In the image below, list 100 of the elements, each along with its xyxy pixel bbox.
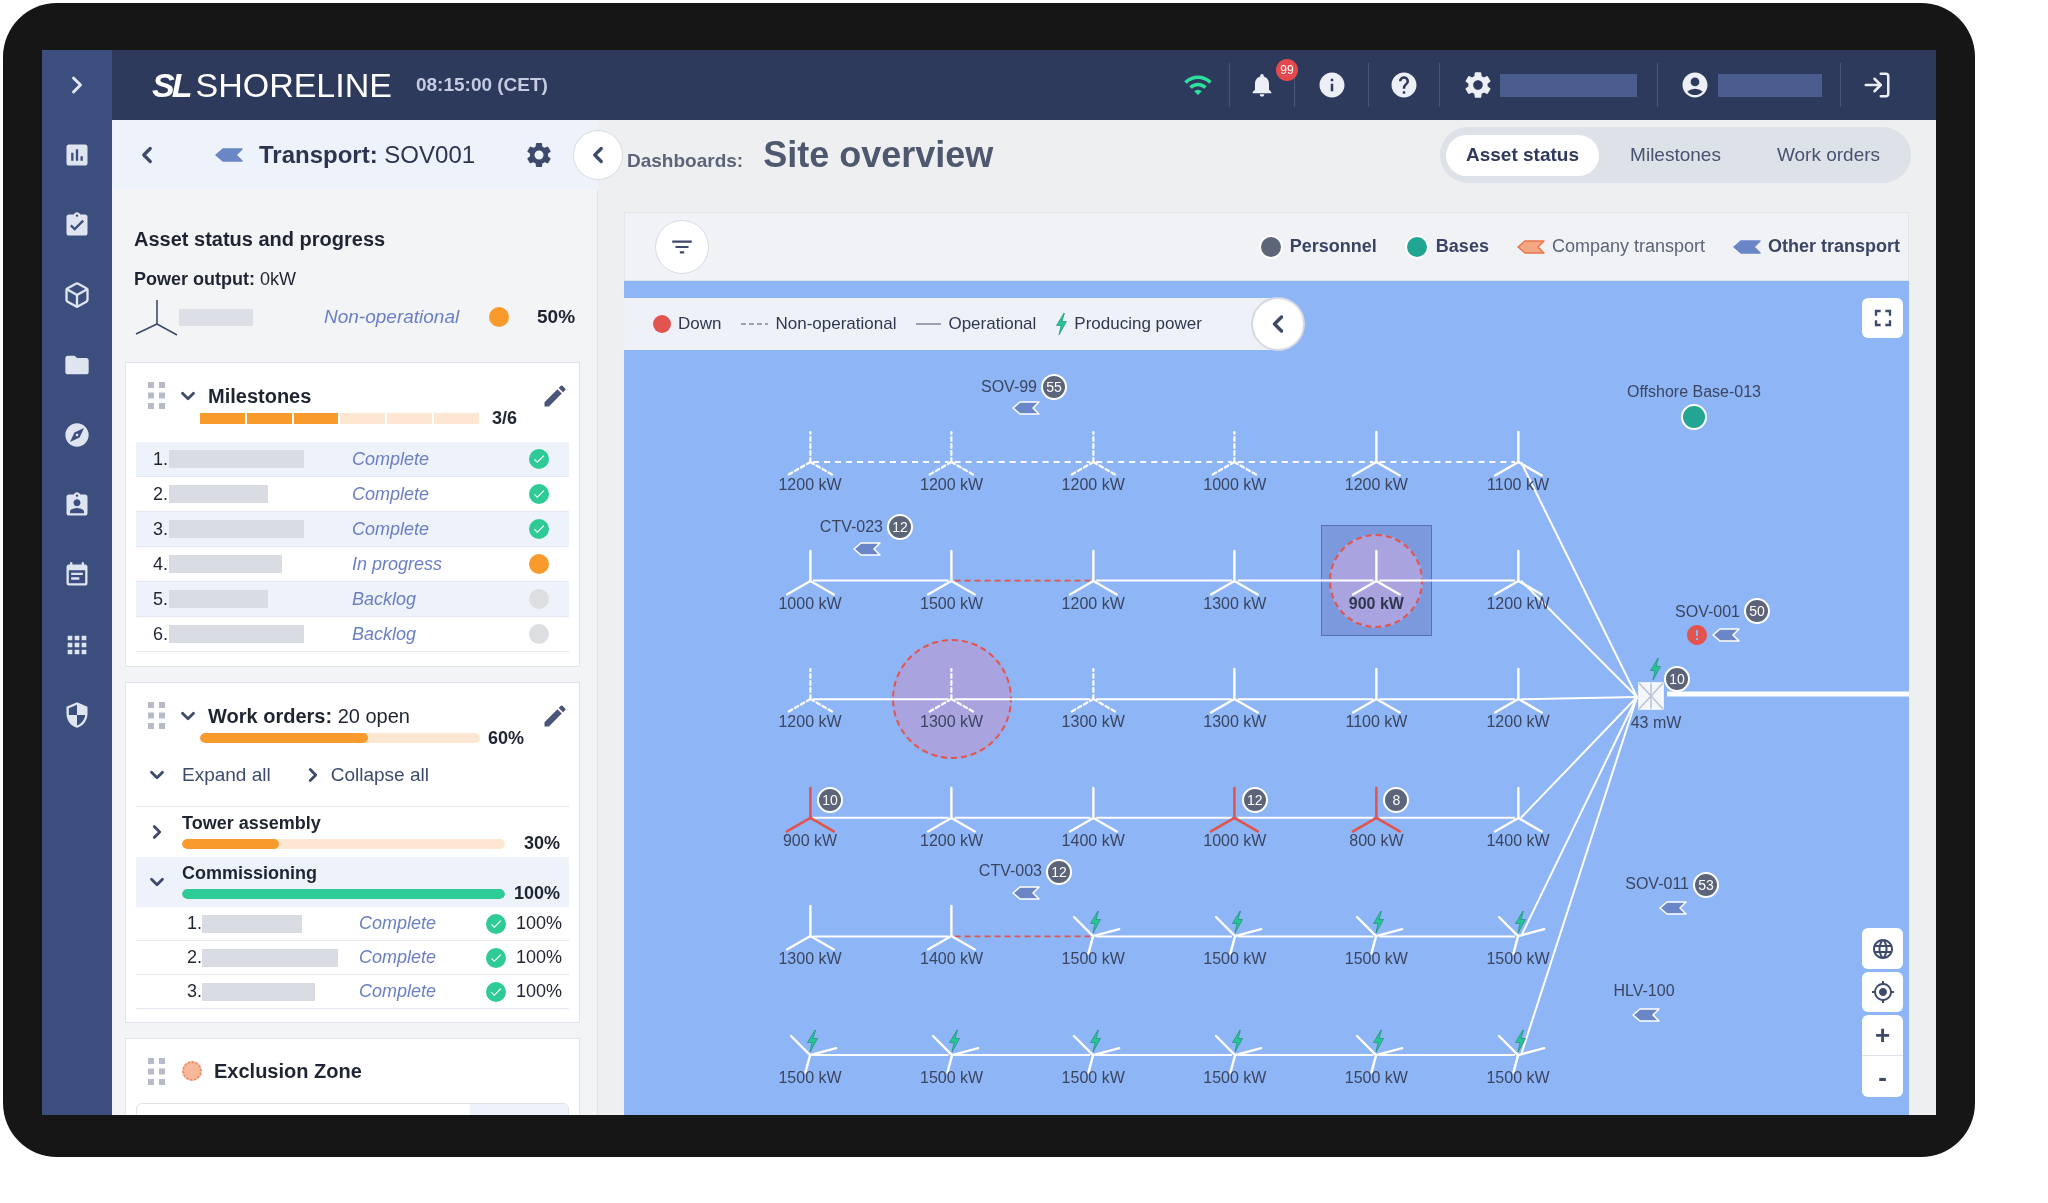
layer-toggle[interactable]: Company transport (1516, 233, 1705, 260)
cube-icon[interactable] (63, 281, 91, 309)
lightning-bolt-icon (1515, 1030, 1526, 1052)
percent-text: 100% (516, 980, 563, 1003)
vessel-icon[interactable] (853, 542, 881, 556)
vessel-icon[interactable] (1659, 901, 1687, 915)
turbine-label: 1500 kW (778, 1069, 842, 1087)
turbine-label: 1200 kW (778, 476, 842, 494)
personnel-count: 10 (1664, 666, 1690, 692)
view-tab[interactable]: Work orders (1752, 134, 1905, 176)
layer-toggle[interactable]: Other transport (1733, 233, 1900, 260)
turbine-label: 800 kW (1349, 831, 1404, 850)
percent-text: 60% (488, 729, 525, 747)
row-number: 2. (187, 946, 202, 969)
lightning-bolt-icon (1231, 911, 1243, 934)
locate-button[interactable] (1862, 972, 1903, 1012)
turbine-label: 1500 kW (1344, 950, 1408, 969)
lightning-bolt-icon (948, 1030, 960, 1052)
globe-icon (1870, 936, 1895, 961)
turbine-label: 1300 kW (778, 950, 842, 969)
turbine-label: 1500 kW (1203, 950, 1267, 969)
vessel-name: SOV-011 (1625, 875, 1689, 893)
section-title: Asset status and progress (134, 227, 387, 252)
zoom-out-button[interactable]: - (1862, 1056, 1903, 1097)
page-title: Site overview (763, 133, 994, 177)
percent-text: 50% (537, 304, 576, 329)
group-title: Commissioning (182, 862, 318, 884)
globe-button[interactable] (1862, 928, 1903, 969)
turbine-label: 1500 kW (1486, 950, 1550, 969)
personnel-count: 53 (1693, 872, 1719, 898)
turbine-label: 1300 kW (920, 713, 984, 732)
vessel-icon[interactable] (1712, 628, 1740, 642)
wind-turbine-icon[interactable] (1351, 785, 1402, 834)
percent-text: 100% (513, 882, 561, 905)
vessel-name: SOV-99 (980, 378, 1037, 396)
compass-icon[interactable] (63, 421, 91, 449)
logo-text: SHORELINE (195, 68, 392, 102)
collapse-panel-button[interactable] (573, 130, 623, 180)
vessel-icon[interactable] (1012, 886, 1040, 900)
zoom-in-button[interactable]: + (1862, 1015, 1903, 1056)
base-name: Offshore Base-013 (1627, 383, 1761, 401)
logout-icon[interactable] (1862, 70, 1892, 100)
fullscreen-button[interactable] (1862, 298, 1903, 338)
user-icon[interactable] (1680, 70, 1710, 100)
row-number: 1. (153, 447, 169, 471)
turbine-label: 1200 kW (778, 713, 842, 732)
status-text: Backlog (352, 622, 418, 646)
drag-handle-icon[interactable] (148, 702, 165, 729)
wind-turbine-icon[interactable] (1209, 785, 1261, 834)
lightning-bolt-icon (1090, 911, 1102, 934)
status-text: Complete (352, 482, 431, 506)
exclusion-zone-icon (182, 1061, 202, 1081)
personnel-count: 55 (1041, 374, 1067, 400)
turbine-label: 1400 kW (1061, 831, 1125, 850)
help-icon[interactable] (1389, 70, 1419, 100)
view-tab[interactable]: Asset status (1446, 134, 1599, 176)
dashed-line-icon (741, 323, 769, 325)
turbine-label: 1400 kW (920, 950, 984, 969)
status-text: Complete (359, 946, 438, 969)
row-number: 1. (187, 912, 202, 935)
wind-turbine-icon[interactable] (784, 785, 836, 834)
row-number: 6. (153, 622, 169, 646)
layer-toggle[interactable]: Bases (1404, 233, 1489, 260)
legend-label: Down (678, 313, 722, 336)
turbine-label: 1000 kW (778, 594, 842, 613)
work-order-group[interactable]: Commissioning 100% (136, 857, 569, 907)
collapse-all-button[interactable]: Collapse all (301, 760, 429, 790)
filter-button[interactable] (655, 219, 709, 274)
expand-all-button[interactable]: Expand all (146, 760, 271, 790)
turbine-label: 1500 kW (1061, 1069, 1125, 1087)
row-number: 2. (153, 482, 169, 506)
percent-text: 100% (516, 946, 563, 969)
turbine-label: 1300 kW (1061, 713, 1125, 732)
view-tab[interactable]: Milestones (1599, 134, 1752, 176)
turbine-label: 1500 kW (920, 594, 984, 613)
crosshair-icon (1870, 980, 1895, 1004)
wind-turbine-icon (135, 298, 178, 336)
collapse-legend-button[interactable] (1251, 297, 1305, 351)
pennant-icon (1516, 239, 1545, 254)
logo-mark: SL (152, 68, 190, 102)
turbine-label: 1000 kW (1203, 831, 1267, 850)
turbine-label: 1500 kW (1061, 950, 1125, 969)
lightning-bolt-icon (807, 1030, 818, 1052)
substation-label: 43 mW (1630, 714, 1682, 732)
percent-text: 30% (523, 832, 561, 855)
vessel-icon[interactable] (1632, 1008, 1660, 1022)
lightning-bolt-icon (1515, 911, 1526, 934)
pennant-icon (1733, 239, 1761, 254)
personnel-count: 8 (1383, 786, 1410, 813)
drag-handle-icon[interactable] (148, 1057, 165, 1085)
turbine-label: 1500 kW (1203, 1069, 1267, 1087)
drag-handle-icon[interactable] (148, 382, 165, 409)
vessel-icon[interactable] (1012, 401, 1040, 415)
turbine-label: 1200 kW (1486, 713, 1550, 732)
layer-toggle[interactable]: Personnel (1258, 233, 1377, 260)
notification-count: 99 (1276, 59, 1298, 81)
turbine-label: 1400 kW (1486, 831, 1550, 850)
status-text: In progress (352, 552, 444, 576)
status-text: Complete (352, 517, 431, 541)
settings-icon[interactable] (524, 140, 554, 170)
